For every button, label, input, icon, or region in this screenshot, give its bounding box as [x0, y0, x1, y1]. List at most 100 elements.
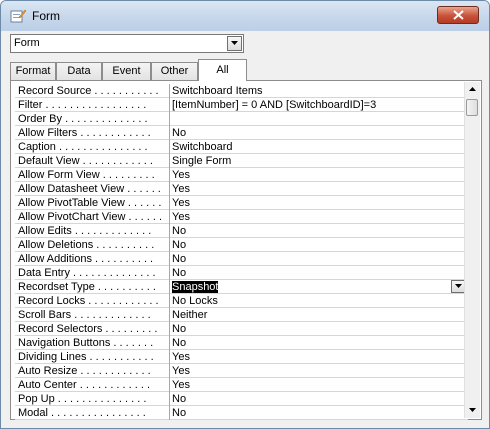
vertical-scrollbar[interactable]: [464, 82, 480, 418]
column-divider: [169, 308, 170, 322]
property-value[interactable]: No: [172, 407, 462, 419]
property-value[interactable]: Switchboard: [172, 141, 462, 153]
property-name: Allow PivotTable View . . . . . .: [18, 197, 162, 209]
tab-data[interactable]: Data: [56, 62, 102, 80]
property-name: Allow PivotChart View . . . . . .: [18, 211, 163, 223]
property-row[interactable]: Navigation Buttons . . . . . . . No: [15, 336, 468, 350]
property-row[interactable]: Pop Up . . . . . . . . . . . . . . . No: [15, 392, 468, 406]
scroll-up-button[interactable]: [465, 82, 480, 97]
property-grid: Record Source . . . . . . . . . . . Switc…: [15, 84, 468, 420]
column-divider: [169, 406, 170, 420]
property-row[interactable]: Recordset Type . . . . . . . . . . Snapsh…: [15, 280, 468, 294]
property-row[interactable]: Auto Center . . . . . . . . . . . . Yes: [15, 378, 468, 392]
property-value[interactable]: [ItemNumber] = 0 AND [SwitchboardID]=3: [172, 99, 462, 111]
property-value[interactable]: No: [172, 239, 462, 251]
property-name: Navigation Buttons . . . . . . .: [18, 337, 154, 349]
property-value[interactable]: No: [172, 225, 462, 237]
property-row[interactable]: Default View . . . . . . . . . . . . Sing…: [15, 154, 468, 168]
property-value[interactable]: No: [172, 127, 462, 139]
object-selector[interactable]: Form: [10, 34, 244, 53]
property-row[interactable]: Modal . . . . . . . . . . . . . . . . No: [15, 406, 468, 420]
property-name: Allow Deletions . . . . . . . . . .: [18, 239, 155, 251]
property-name: Allow Datasheet View . . . . . .: [18, 183, 161, 195]
property-row[interactable]: Filter . . . . . . . . . . . . . . . . .…: [15, 98, 468, 112]
form-pencil-icon: [10, 8, 27, 23]
column-divider: [169, 280, 170, 294]
property-name: Modal . . . . . . . . . . . . . . . .: [18, 407, 146, 419]
property-value[interactable]: No: [172, 337, 462, 349]
property-row[interactable]: Allow Deletions . . . . . . . . . . No: [15, 238, 468, 252]
property-row[interactable]: Data Entry . . . . . . . . . . . . . . No: [15, 266, 468, 280]
property-row[interactable]: Scroll Bars . . . . . . . . . . . . . Nei…: [15, 308, 468, 322]
property-row[interactable]: Allow Additions . . . . . . . . . . No: [15, 252, 468, 266]
property-name: Allow Edits . . . . . . . . . . . . .: [18, 225, 152, 237]
column-divider: [169, 98, 170, 112]
column-divider: [169, 294, 170, 308]
column-divider: [169, 224, 170, 238]
property-value-selected[interactable]: Snapshot: [172, 281, 219, 293]
column-divider: [169, 392, 170, 406]
property-value[interactable]: [172, 113, 462, 125]
column-divider: [169, 84, 170, 98]
property-row[interactable]: Record Source . . . . . . . . . . . Switc…: [15, 84, 468, 98]
property-row[interactable]: Allow Form View . . . . . . . . . Yes: [15, 168, 468, 182]
property-value[interactable]: No: [172, 323, 462, 335]
property-value[interactable]: Neither: [172, 309, 462, 321]
property-row[interactable]: Record Selectors . . . . . . . . . No: [15, 322, 468, 336]
property-value[interactable]: Switchboard Items: [172, 85, 462, 97]
column-divider: [169, 364, 170, 378]
tab-all[interactable]: All: [198, 59, 247, 81]
property-sheet-window: Form Form Format Data Event Other All Re…: [0, 0, 490, 429]
object-selector-dropdown-button[interactable]: [227, 36, 242, 51]
property-name: Record Locks . . . . . . . . . . . .: [18, 295, 159, 307]
property-row[interactable]: Allow PivotChart View . . . . . . Yes: [15, 210, 468, 224]
property-row[interactable]: Allow Filters . . . . . . . . . . . . No: [15, 126, 468, 140]
property-value[interactable]: No Locks: [172, 295, 462, 307]
window-title: Form: [32, 9, 60, 23]
property-value[interactable]: Yes: [172, 211, 462, 223]
property-row[interactable]: Record Locks . . . . . . . . . . . . No L…: [15, 294, 468, 308]
scroll-thumb[interactable]: [466, 99, 478, 116]
property-value[interactable]: Snapshot: [172, 281, 462, 293]
property-row[interactable]: Order By . . . . . . . . . . . . . .: [15, 112, 468, 126]
property-value[interactable]: No: [172, 393, 462, 405]
property-value[interactable]: Yes: [172, 365, 462, 377]
property-row[interactable]: Auto Resize . . . . . . . . . . . . Yes: [15, 364, 468, 378]
column-divider: [169, 182, 170, 196]
property-name: Auto Center . . . . . . . . . . . .: [18, 379, 151, 391]
scroll-up-arrow-icon: [469, 87, 476, 91]
property-row[interactable]: Allow Edits . . . . . . . . . . . . . No: [15, 224, 468, 238]
scroll-down-button[interactable]: [465, 403, 480, 418]
property-name: Pop Up . . . . . . . . . . . . . . .: [18, 393, 147, 405]
title-bar[interactable]: Form: [1, 1, 489, 31]
property-value[interactable]: Single Form: [172, 155, 462, 167]
tab-other[interactable]: Other: [151, 62, 198, 80]
object-selector-value: Form: [14, 37, 40, 49]
tab-format[interactable]: Format: [10, 62, 56, 80]
property-row[interactable]: Dividing Lines . . . . . . . . . . . Yes: [15, 350, 468, 364]
property-name: Data Entry . . . . . . . . . . . . . .: [18, 267, 156, 279]
property-row[interactable]: Allow PivotTable View . . . . . . Yes: [15, 196, 468, 210]
column-divider: [169, 168, 170, 182]
tab-strip: Format Data Event Other All: [10, 59, 482, 81]
property-name: Filter . . . . . . . . . . . . . . . . .: [18, 99, 147, 111]
property-value[interactable]: Yes: [172, 351, 462, 363]
property-value[interactable]: No: [172, 253, 462, 265]
column-divider: [169, 196, 170, 210]
property-row[interactable]: Caption . . . . . . . . . . . . . . . Swi…: [15, 140, 468, 154]
property-value[interactable]: Yes: [172, 197, 462, 209]
close-button[interactable]: [437, 6, 479, 24]
property-panel: Record Source . . . . . . . . . . . Switc…: [10, 80, 482, 420]
property-value[interactable]: Yes: [172, 183, 462, 195]
property-name: Allow Form View . . . . . . . . .: [18, 169, 155, 181]
column-divider: [169, 350, 170, 364]
property-row[interactable]: Allow Datasheet View . . . . . . Yes: [15, 182, 468, 196]
chevron-down-icon: [455, 284, 462, 288]
property-value[interactable]: Yes: [172, 379, 462, 391]
property-name: Default View . . . . . . . . . . . .: [18, 155, 153, 167]
tab-event[interactable]: Event: [102, 62, 151, 80]
property-name: Record Selectors . . . . . . . . .: [18, 323, 158, 335]
property-value[interactable]: No: [172, 267, 462, 279]
property-name: Recordset Type . . . . . . . . . .: [18, 281, 156, 293]
property-value[interactable]: Yes: [172, 169, 462, 181]
